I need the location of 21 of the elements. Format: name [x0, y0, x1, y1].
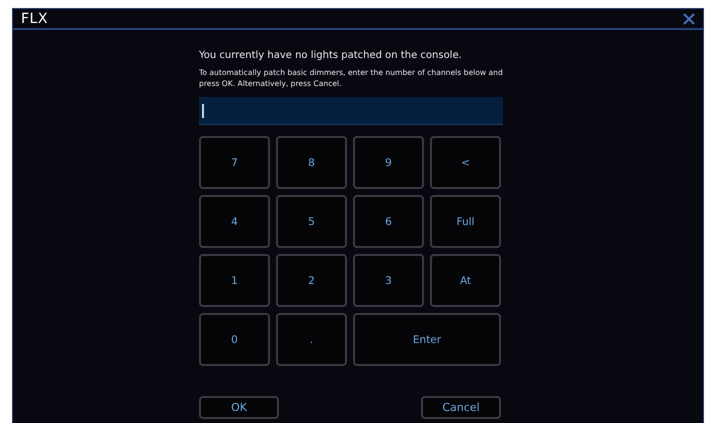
keypad-key[interactable]: 8: [276, 136, 347, 189]
keypad-key[interactable]: Enter: [353, 313, 501, 366]
keypad-key[interactable]: <: [430, 136, 501, 189]
ok-button[interactable]: OK: [199, 396, 279, 419]
message-text: You currently have no lights patched on the console.: [199, 50, 463, 61]
keypad-key[interactable]: 6: [353, 195, 424, 248]
keypad-key[interactable]: Full: [430, 195, 501, 248]
channel-input-field[interactable]: [199, 97, 503, 125]
keypad-key[interactable]: .: [276, 313, 347, 366]
keypad-key[interactable]: 7: [199, 136, 270, 189]
window-title: FLX: [21, 10, 48, 28]
keypad-key[interactable]: 3: [353, 254, 424, 307]
keypad-key[interactable]: 5: [276, 195, 347, 248]
keypad-key[interactable]: 0: [199, 313, 270, 366]
close-icon[interactable]: [683, 12, 695, 24]
keypad-key[interactable]: At: [430, 254, 501, 307]
cancel-button[interactable]: Cancel: [421, 396, 501, 419]
keypad-key[interactable]: 4: [199, 195, 270, 248]
keypad-key[interactable]: 1: [199, 254, 270, 307]
keypad-key[interactable]: 9: [353, 136, 424, 189]
keypad-key[interactable]: 2: [276, 254, 347, 307]
